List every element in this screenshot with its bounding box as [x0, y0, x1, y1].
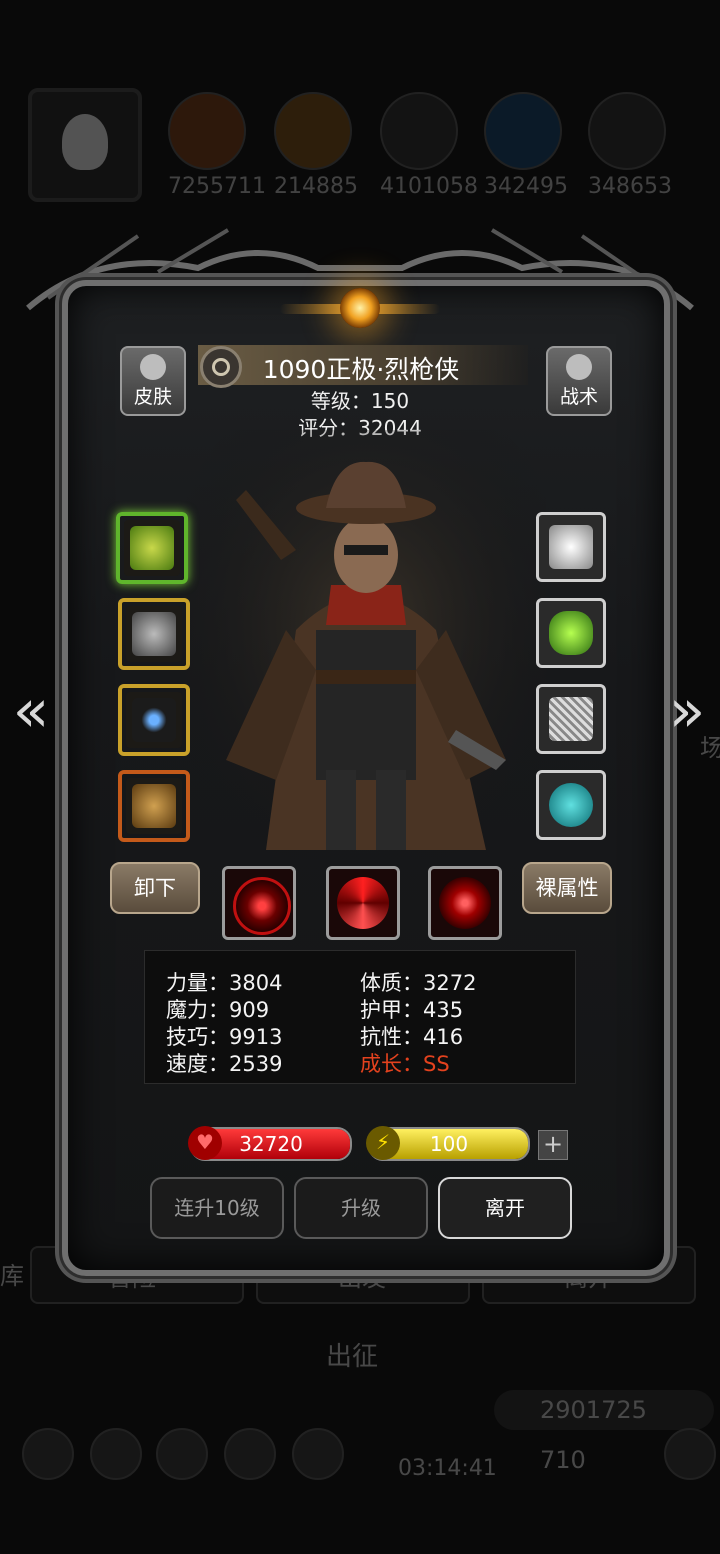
- stat-growth: 成长：SS: [360, 1052, 450, 1076]
- hero-name: 1090正极·烈枪侠: [262, 355, 460, 384]
- player-avatar[interactable]: [28, 88, 142, 202]
- golden-gun-icon: [130, 526, 174, 570]
- bg-timer: 03:14:41: [398, 1456, 497, 1481]
- next-hero-arrow-icon[interactable]: »: [664, 676, 710, 746]
- skin-button-label: 皮肤: [133, 386, 172, 408]
- stat-armor: 护甲：435: [360, 998, 464, 1022]
- lightning-icon: ⚡: [366, 1126, 400, 1160]
- stat-constitution: 体质：3272: [360, 971, 477, 995]
- resource-5-icon: [588, 92, 666, 170]
- resource-4-icon: [484, 92, 562, 170]
- hero-level: 等级：150: [310, 389, 410, 413]
- resource-4: 342495: [484, 92, 568, 199]
- bg-menu-icon-4[interactable]: [224, 1428, 276, 1480]
- equip-slot-armor[interactable]: [118, 598, 190, 670]
- resource-5-value: 348653: [588, 174, 672, 199]
- cloud-ring-icon: [549, 525, 593, 569]
- resource-1-icon: [168, 92, 246, 170]
- resource-4-value: 342495: [484, 174, 568, 199]
- bg-menu-icon-5[interactable]: [292, 1428, 344, 1480]
- heart-icon: ♥: [188, 1126, 222, 1160]
- resource-3: 4101058: [380, 92, 478, 199]
- chainmail-icon: [549, 697, 593, 741]
- equip-slot-amulet[interactable]: [118, 684, 190, 756]
- stat-strength: 力量：3804: [166, 971, 283, 995]
- skill-slot-1[interactable]: [222, 866, 296, 940]
- resource-1-value: 7255711: [168, 174, 266, 199]
- bg-menu-icon-1[interactable]: [22, 1428, 74, 1480]
- blue-amulet-icon: [132, 698, 176, 742]
- stat-speed: 速度：2539: [166, 1052, 283, 1076]
- silver-armor-icon: [132, 612, 176, 656]
- skill-slot-3[interactable]: [428, 866, 502, 940]
- target-skill-icon: [439, 877, 491, 929]
- stat-magic: 魔力：909: [166, 998, 270, 1022]
- resource-3-icon: [380, 92, 458, 170]
- level-up-10-button[interactable]: 连升10级: [150, 1177, 284, 1239]
- resource-2-icon: [274, 92, 352, 170]
- crest-emblem-icon: [340, 288, 380, 328]
- vortex-skill-icon: [337, 877, 389, 929]
- equip-slot-ring[interactable]: [536, 512, 606, 582]
- equip-slot-stone[interactable]: [536, 770, 606, 840]
- resource-3-value: 4101058: [380, 174, 478, 199]
- skill-slot-2[interactable]: [326, 866, 400, 940]
- avatar-face: [62, 114, 108, 170]
- shirt-icon: [140, 354, 166, 380]
- crosshair-skill-icon: [233, 877, 291, 935]
- leave-button[interactable]: 离开: [438, 1177, 572, 1239]
- green-gem-icon: [549, 611, 593, 655]
- equip-slot-mail[interactable]: [536, 684, 606, 754]
- tactics-button-label: 战术: [559, 386, 598, 408]
- equip-slot-weapon[interactable]: [116, 512, 188, 584]
- resource-5: 348653: [588, 92, 672, 199]
- bg-left-edge-text: 库: [0, 1262, 24, 1290]
- equip-slot-accessory[interactable]: [118, 770, 190, 842]
- bg-march-label: 出征: [326, 1342, 379, 1372]
- bg-gem-value: 710: [540, 1446, 586, 1474]
- resource-1: 7255711: [168, 92, 266, 199]
- previous-hero-arrow-icon[interactable]: «: [8, 676, 54, 746]
- bg-menu-icon-2[interactable]: [90, 1428, 142, 1480]
- bg-menu-icon-3[interactable]: [156, 1428, 208, 1480]
- bg-gold-bar: 2901725: [494, 1390, 714, 1430]
- gear-icon: [566, 354, 592, 380]
- cyan-stone-icon: [549, 783, 593, 827]
- bronze-horn-icon: [132, 784, 176, 828]
- resource-2-value: 214885: [274, 174, 358, 199]
- equip-slot-gem[interactable]: [536, 598, 606, 668]
- skin-button[interactable]: 皮肤: [120, 346, 186, 416]
- resource-2: 214885: [274, 92, 358, 199]
- bg-gold-value: 2901725: [540, 1396, 647, 1424]
- tactics-button[interactable]: 战术: [546, 346, 612, 416]
- stat-skill: 技巧：9913: [166, 1025, 283, 1049]
- level-up-button[interactable]: 升级: [294, 1177, 428, 1239]
- gunslinger-hero-portrait: [186, 430, 546, 860]
- bg-plus-icon[interactable]: [664, 1428, 716, 1480]
- stat-resistance: 抗性：416: [360, 1025, 464, 1049]
- bare-stats-button[interactable]: 裸属性: [522, 862, 612, 914]
- unequip-button[interactable]: 卸下: [110, 862, 200, 914]
- add-energy-plus-icon[interactable]: +: [538, 1130, 568, 1160]
